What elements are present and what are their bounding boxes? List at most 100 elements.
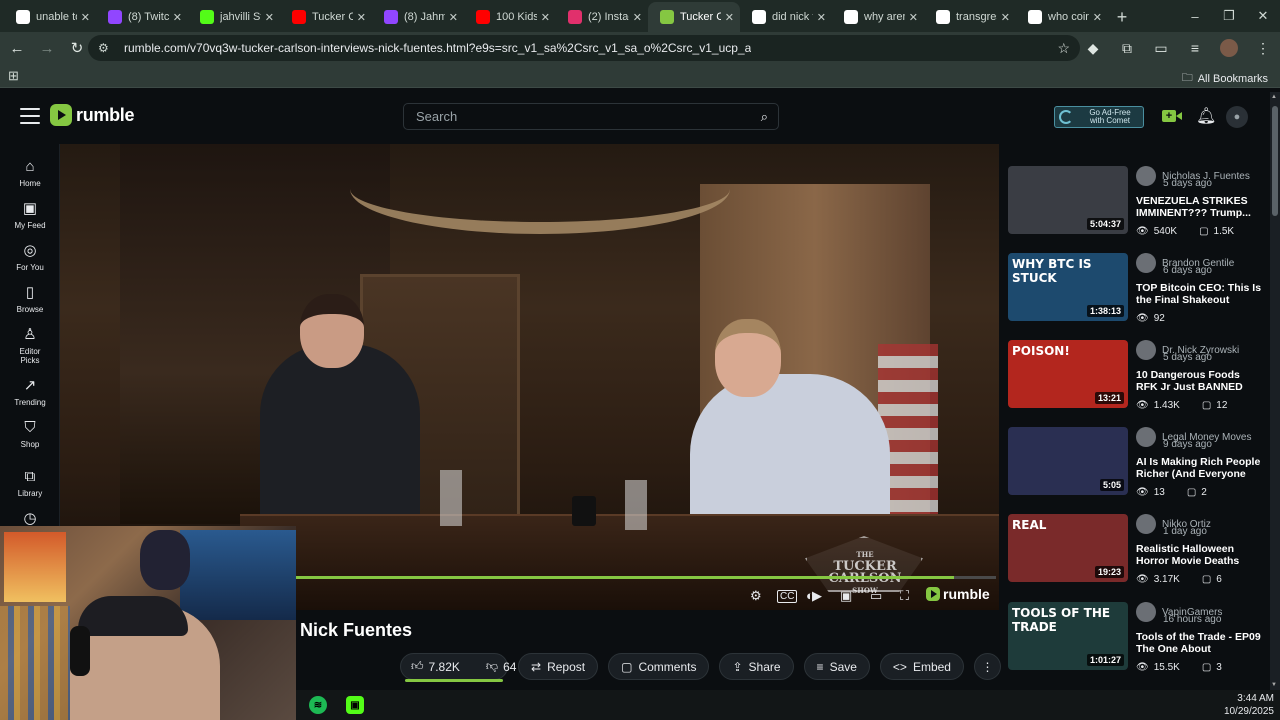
extension-icon[interactable]: ◆ bbox=[1076, 40, 1110, 57]
close-tab-icon[interactable]: ✕ bbox=[1001, 11, 1010, 24]
embed-button[interactable]: <> Embed bbox=[879, 653, 964, 680]
related-video-card[interactable]: POISON! 13:21 Dr. Nick Zyrowski 5 days ago 1… bbox=[1008, 340, 1263, 420]
close-tab-icon[interactable]: ✕ bbox=[633, 11, 642, 24]
extensions-puzzle-icon[interactable]: ⧉ bbox=[1110, 40, 1144, 57]
related-video-title[interactable]: VENEZUELA STRIKES IMMINENT??? Trump... bbox=[1136, 195, 1263, 219]
comments-button[interactable]: ▢ Comments bbox=[608, 653, 710, 680]
go-ad-free-button[interactable]: Go Ad-Free with Comet bbox=[1054, 106, 1144, 128]
close-tab-icon[interactable]: ✕ bbox=[81, 11, 90, 24]
browser-tab[interactable]: (2) Instag ✕ bbox=[556, 2, 648, 32]
theater-mode-icon[interactable]: ▭ bbox=[870, 588, 882, 604]
related-video-card[interactable]: 5:05 Legal Money Moves 9 days ago AI Is Mak… bbox=[1008, 427, 1263, 507]
sidebar-item-for-you[interactable]: ◎ For You bbox=[0, 242, 60, 272]
video-thumbnail[interactable]: TOOLS OF THE TRADE 1:01:27 bbox=[1008, 602, 1128, 670]
video-thumbnail[interactable]: 5:04:37 bbox=[1008, 166, 1128, 234]
more-options-button[interactable]: ⋮ bbox=[973, 653, 1001, 680]
miniplayer-icon[interactable]: ▣ bbox=[840, 588, 852, 604]
restore-icon[interactable]: ❐ bbox=[1212, 0, 1246, 32]
sidebar-item-library[interactable]: ⧉ Library bbox=[0, 468, 60, 498]
related-video-card[interactable]: TOOLS OF THE TRADE 1:01:27 VapinGamers 16 h… bbox=[1008, 602, 1263, 682]
channel-avatar bbox=[1136, 514, 1156, 534]
related-video-title[interactable]: Tools of the Trade - EP09 The One About … bbox=[1136, 631, 1263, 655]
sidebar-item-shop[interactable]: ⛉ Shop bbox=[0, 419, 60, 449]
browser-tab[interactable]: (8) Twitch ✕ bbox=[96, 2, 188, 32]
browser-tab[interactable]: 100 Kids ✕ bbox=[464, 2, 556, 32]
close-window-icon[interactable]: ✕ bbox=[1246, 0, 1280, 32]
browser-tab[interactable]: why aren' ✕ bbox=[832, 2, 924, 32]
minimize-icon[interactable]: – bbox=[1178, 0, 1212, 32]
search-icon[interactable]: ⌕ bbox=[761, 109, 768, 125]
dislike-button[interactable]: 👎︎ 64 bbox=[476, 659, 527, 674]
fullscreen-icon[interactable]: ⛶ bbox=[900, 588, 909, 604]
spotify-icon[interactable]: ≋ bbox=[309, 696, 327, 714]
page-scrollbar[interactable]: ▲ ▼ bbox=[1270, 92, 1280, 690]
related-video-title[interactable]: 10 Dangerous Foods RFK Jr Just BANNED bbox=[1136, 369, 1263, 393]
related-video-card[interactable]: 5:04:37 Nicholas J. Fuentes 5 days ago VENE… bbox=[1008, 166, 1263, 246]
video-thumbnail[interactable]: WHY BTC IS STUCK 1:38:13 bbox=[1008, 253, 1128, 321]
play-circle-icon[interactable]: ▶ bbox=[812, 588, 822, 604]
related-video-card[interactable]: REAL 19:23 Nikko Ortiz 1 day ago Realistic H… bbox=[1008, 514, 1263, 594]
related-video-title[interactable]: AI Is Making Rich People Richer (And Eve… bbox=[1136, 456, 1263, 480]
site-info-icon[interactable]: ⚙ bbox=[98, 41, 116, 55]
browser-tab[interactable]: jahvilli St ✕ bbox=[188, 2, 280, 32]
close-tab-icon[interactable]: ✕ bbox=[725, 11, 734, 24]
forward-button[interactable]: → bbox=[34, 35, 60, 61]
sidebar-item-home[interactable]: ⌂ Home bbox=[0, 158, 60, 188]
related-video-title[interactable]: Realistic Halloween Horror Movie Deaths bbox=[1136, 543, 1263, 567]
close-tab-icon[interactable]: ✕ bbox=[909, 11, 918, 24]
related-video-card[interactable]: WHY BTC IS STUCK 1:38:13 Brandon Gentile 6 … bbox=[1008, 253, 1263, 333]
browser-tab[interactable]: did nick f ✕ bbox=[740, 2, 832, 32]
hamburger-menu-icon[interactable] bbox=[20, 108, 40, 124]
back-button[interactable]: ← bbox=[4, 35, 30, 61]
apps-grid-icon[interactable]: ⊞ bbox=[8, 68, 19, 84]
upload-button[interactable]: + bbox=[1158, 107, 1182, 125]
settings-gear-icon[interactable]: ⚙ bbox=[750, 588, 762, 604]
close-tab-icon[interactable]: ✕ bbox=[541, 11, 550, 24]
sidebar-item-browse[interactable]: ▯ Browse bbox=[0, 284, 60, 314]
sidebar-item-trending[interactable]: ↗ Trending bbox=[0, 377, 60, 407]
video-thumbnail[interactable]: POISON! 13:21 bbox=[1008, 340, 1128, 408]
sidebar-item-my-feed[interactable]: ▣ My Feed bbox=[0, 200, 60, 230]
rumble-logo[interactable]: rumble bbox=[50, 104, 135, 126]
save-button[interactable]: ≡ Save bbox=[803, 653, 870, 680]
sidebar-item-editor-picks[interactable]: ♙ Editor Picks bbox=[0, 326, 60, 365]
repost-button[interactable]: ⇄ Repost bbox=[518, 653, 599, 680]
media-controls-icon[interactable]: ≡ bbox=[1178, 40, 1212, 56]
close-tab-icon[interactable]: ✕ bbox=[357, 11, 366, 24]
close-tab-icon[interactable]: ✕ bbox=[1093, 11, 1102, 24]
address-bar[interactable]: ⚙ rumble.com/v70vq3w-tucker-carlson-inte… bbox=[88, 35, 1080, 61]
browser-tab[interactable]: unable to ✕ bbox=[4, 2, 96, 32]
all-bookmarks-button[interactable]: 🗀 All Bookmarks bbox=[1182, 69, 1268, 88]
video-thumbnail[interactable]: 5:05 bbox=[1008, 427, 1128, 495]
close-tab-icon[interactable]: ✕ bbox=[817, 11, 826, 24]
bookmark-star-icon[interactable]: ☆ bbox=[1057, 40, 1070, 57]
search-input[interactable] bbox=[416, 109, 736, 124]
browser-tab[interactable]: (8) Jahmi ✕ bbox=[372, 2, 464, 32]
streaming-app-icon[interactable]: ▣ bbox=[346, 696, 364, 714]
browser-tab[interactable]: Tucker Ca ✕ bbox=[280, 2, 372, 32]
video-progress-bar[interactable] bbox=[296, 576, 996, 579]
cast-icon[interactable]: ▭ bbox=[1144, 40, 1178, 57]
scrollbar-thumb[interactable] bbox=[1272, 106, 1278, 216]
browser-tab[interactable]: transgres ✕ bbox=[924, 2, 1016, 32]
share-button[interactable]: ⇪ Share bbox=[719, 653, 794, 680]
like-button[interactable]: 👍︎ 7.82K bbox=[401, 659, 470, 674]
related-video-title[interactable]: TOP Bitcoin CEO: This Is the Final Shake… bbox=[1136, 282, 1263, 306]
close-tab-icon[interactable]: ✕ bbox=[265, 11, 274, 24]
captions-icon[interactable]: CC bbox=[777, 590, 798, 603]
youtube-icon bbox=[476, 10, 490, 24]
reload-button[interactable]: ↻ bbox=[64, 35, 90, 61]
chrome-menu-icon[interactable]: ⋮ bbox=[1246, 40, 1280, 57]
video-thumbnail[interactable]: REAL 19:23 bbox=[1008, 514, 1128, 582]
player-rumble-logo[interactable]: rumble bbox=[926, 586, 990, 602]
scroll-down-arrow[interactable]: ▼ bbox=[1271, 682, 1277, 688]
close-tab-icon[interactable]: ✕ bbox=[173, 11, 182, 24]
browser-tab[interactable]: who coin ✕ bbox=[1016, 2, 1108, 32]
close-tab-icon[interactable]: ✕ bbox=[449, 11, 458, 24]
browser-tab[interactable]: Tucker Ca ✕ bbox=[648, 2, 740, 32]
new-tab-button[interactable]: + bbox=[1108, 2, 1136, 32]
profile-avatar[interactable] bbox=[1220, 39, 1238, 57]
notifications-bell-icon[interactable]: 🔔︎ bbox=[1196, 106, 1216, 126]
scroll-up-arrow[interactable]: ▲ bbox=[1271, 94, 1277, 100]
user-account-icon[interactable]: ● bbox=[1226, 106, 1248, 128]
